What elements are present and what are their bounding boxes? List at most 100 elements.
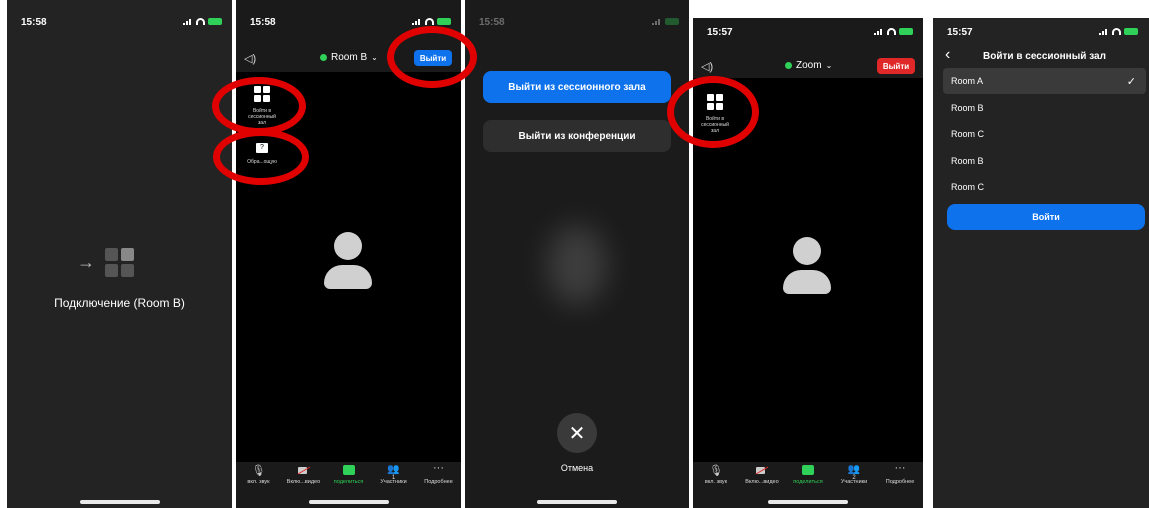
participants-count: 2 (852, 475, 856, 481)
room-name: Room B (951, 102, 984, 113)
home-indicator (768, 500, 848, 504)
leave-breakout-button[interactable]: Выйти из сессионного зала (483, 71, 671, 103)
speaker-icon[interactable]: ◁) (701, 60, 713, 73)
toolbar-audio[interactable]: 🎙 вкл. звук (237, 464, 281, 496)
speaker-icon[interactable]: ◁) (244, 52, 256, 65)
toolbar-label: вкл. звук (247, 479, 270, 485)
meeting-title[interactable]: Room B ⌄ (320, 52, 378, 63)
signal-icon (1099, 28, 1109, 35)
cancel-button[interactable]: ✕ (557, 413, 597, 453)
blurred-avatar (547, 225, 607, 305)
connecting-text: Подключение (Room B) (54, 296, 185, 310)
status-icons (412, 18, 451, 25)
battery-icon (665, 18, 679, 25)
status-bar: 15:58 (7, 0, 232, 40)
toolbar-participants[interactable]: 👥1 Участники (372, 464, 416, 496)
avatar (783, 237, 831, 297)
wifi-icon (425, 18, 434, 25)
status-time: 15:58 (479, 17, 505, 28)
leave-meeting-button[interactable]: Выйти из конференции (483, 120, 671, 152)
toolbar-participants[interactable]: 👥2 Участники (832, 464, 876, 496)
shield-icon (320, 54, 327, 61)
room-name: Room B (951, 155, 984, 166)
room-list-item[interactable]: Room A ✓ (943, 68, 1146, 94)
toolbar-label: поделиться (333, 479, 364, 485)
toolbar-label: Подробнее (885, 479, 915, 485)
toolbar-video[interactable]: Вклю...видео (740, 464, 784, 496)
home-indicator (308, 500, 389, 504)
leave-button[interactable]: Выйти (877, 58, 915, 74)
status-time: 15:58 (250, 17, 276, 28)
room-list-item[interactable]: Room C (943, 121, 1146, 147)
wifi-icon (196, 18, 205, 25)
panel-leave-menu: 15:58 Выйти из сессионного зала Выйти из… (465, 0, 689, 508)
cancel-label: Отмена (560, 463, 594, 473)
battery-icon (899, 28, 913, 35)
toolbar-audio[interactable]: 🎙 вкл. звук (694, 464, 738, 496)
room-list-item[interactable]: Room B (943, 148, 1146, 174)
status-icons (652, 18, 679, 25)
status-icons (183, 18, 222, 25)
signal-icon (874, 28, 884, 35)
wifi-icon (1112, 28, 1121, 35)
checkmark-icon: ✓ (1126, 75, 1136, 88)
status-time: 15:57 (707, 27, 733, 38)
toolbar-label: поделиться (793, 479, 823, 485)
battery-icon (208, 18, 222, 25)
status-time: 15:58 (21, 17, 47, 28)
battery-icon (437, 18, 451, 25)
close-icon: ✕ (568, 422, 586, 445)
annotation-ring-breakout-2 (667, 76, 759, 148)
room-name: Room C (951, 129, 985, 139)
toolbar-items: 🎙 вкл. звук Вклю...видео поделиться 👥2 Уча… (693, 463, 923, 496)
signal-icon (412, 18, 422, 25)
breakout-grid-icon (105, 248, 134, 277)
arrow-right-icon: → (77, 252, 95, 272)
toolbar-label: Подробнее (424, 479, 453, 485)
mic-off-icon: 🎙 (251, 465, 266, 477)
battery-icon (1124, 28, 1138, 35)
home-indicator (79, 500, 160, 504)
room-name: Room C (951, 182, 985, 192)
status-icons (874, 28, 913, 35)
signal-icon (183, 18, 193, 25)
room-name: Zoom (796, 60, 822, 71)
room-name: Room B (331, 52, 368, 63)
signal-icon (652, 18, 662, 25)
connecting-icon: → (77, 248, 134, 277)
toolbar-more[interactable]: ··· Подробнее (878, 463, 922, 496)
toolbar-more[interactable]: ··· Подробнее (417, 463, 461, 496)
toolbar-label: Вклю...видео (745, 479, 779, 485)
panel-connecting: 15:58 → Подключение (Room B) (7, 0, 232, 508)
share-screen-icon (342, 464, 356, 476)
status-bar: 15:57 (933, 18, 1149, 50)
toolbar-video[interactable]: Вклю...видео (282, 464, 326, 496)
panel-breakout-list: 15:57 ‹ Войти в сессионный зал Room A ✓ Ro… (933, 18, 1149, 508)
share-screen-icon (801, 464, 815, 476)
annotation-ring-help (213, 129, 309, 185)
join-button[interactable]: Войти (947, 204, 1145, 230)
chevron-down-icon: ⌄ (825, 61, 833, 70)
status-time: 15:57 (947, 27, 973, 38)
annotation-ring-leave (387, 26, 477, 88)
toolbar-share[interactable]: поделиться (786, 464, 830, 496)
meeting-title[interactable]: Zoom ⌄ (785, 60, 832, 71)
avatar (324, 232, 372, 292)
toolbar-items: 🎙 вкл. звук Вклю...видео поделиться 👥1 Уча… (236, 463, 461, 496)
participants-count: 1 (391, 475, 396, 481)
mic-off-icon: 🎙 (709, 465, 723, 477)
toolbar-share[interactable]: поделиться (327, 464, 371, 496)
status-icons (1099, 28, 1138, 35)
toolbar-label: вкл. звук (704, 479, 728, 485)
shield-icon (785, 62, 792, 69)
video-off-icon (755, 464, 769, 476)
chevron-down-icon: ⌄ (371, 53, 378, 62)
home-indicator (537, 500, 617, 504)
video-off-icon (297, 464, 311, 476)
room-list-item[interactable]: Room B (943, 95, 1146, 121)
annotation-ring-breakout (212, 77, 306, 135)
toolbar-label: Вклю...видео (286, 479, 321, 485)
status-bar: 15:57 (693, 18, 923, 50)
room-list-item[interactable]: Room C (943, 174, 1146, 200)
room-name: Room A (951, 76, 984, 86)
